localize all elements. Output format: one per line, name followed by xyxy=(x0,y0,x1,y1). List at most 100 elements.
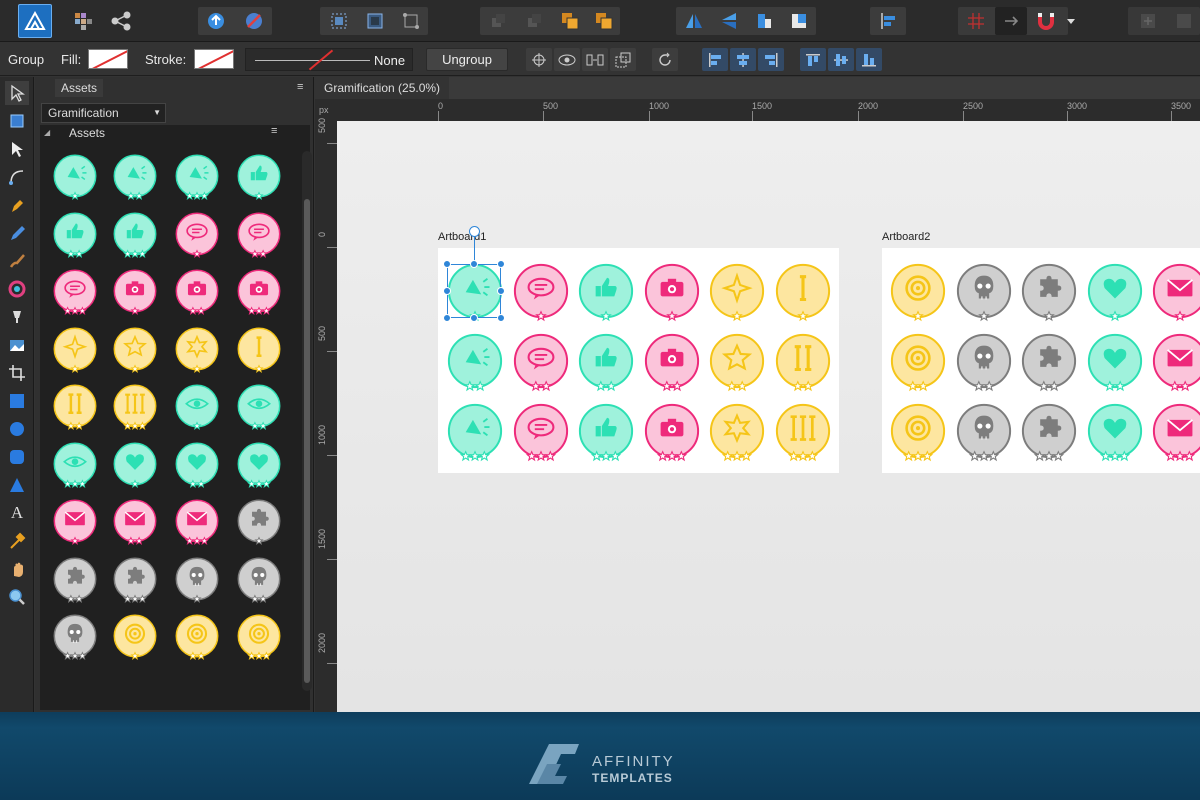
asset-item[interactable] xyxy=(112,268,158,318)
move-back-one-icon[interactable] xyxy=(482,7,514,35)
artboard1-badge[interactable] xyxy=(512,262,570,324)
asset-item[interactable] xyxy=(112,211,158,261)
artboard1-badge[interactable] xyxy=(446,402,504,464)
color-picker-tool-icon[interactable] xyxy=(5,529,29,553)
pink-camera-badge[interactable] xyxy=(643,402,701,464)
asset-item[interactable] xyxy=(52,153,98,203)
teal-thumb-badge[interactable] xyxy=(112,211,158,261)
affinity-designer-logo-icon[interactable] xyxy=(18,4,52,38)
yellow-target-badge[interactable] xyxy=(112,613,158,663)
artboard1-badge[interactable] xyxy=(643,332,701,394)
asset-item[interactable] xyxy=(52,268,98,318)
teal-thumb-badge[interactable] xyxy=(577,262,635,324)
move-to-front-icon[interactable] xyxy=(588,7,620,35)
asset-item[interactable] xyxy=(174,153,220,203)
vector-brush-tool-icon[interactable] xyxy=(5,249,29,273)
teal-thumb-badge[interactable] xyxy=(577,402,635,464)
asset-item[interactable] xyxy=(236,153,282,203)
select-all-icon[interactable] xyxy=(323,7,355,35)
boolean-icon[interactable] xyxy=(610,48,636,71)
artboard1-badge[interactable] xyxy=(708,262,766,324)
teal-heart-badge[interactable] xyxy=(1086,402,1144,464)
artboard1-badge[interactable] xyxy=(577,402,635,464)
artboard2-badge[interactable] xyxy=(1086,402,1144,464)
yellow-roman3-badge[interactable] xyxy=(774,402,832,464)
artboard2-badge[interactable] xyxy=(955,332,1013,394)
transform-origin-icon[interactable] xyxy=(526,48,552,71)
teal-thumb-badge[interactable] xyxy=(577,332,635,394)
transparency-tool-icon[interactable] xyxy=(5,305,29,329)
asset-category-select[interactable]: Gramification ▼ xyxy=(41,103,166,123)
artboard1-badge[interactable] xyxy=(577,332,635,394)
transform-icon[interactable] xyxy=(395,7,427,35)
align-center-icon[interactable] xyxy=(730,48,756,71)
vertical-ruler[interactable]: 500 0 500 1000 1500 2000 xyxy=(315,118,337,712)
horizontal-ruler[interactable]: 0 500 1000 1500 2000 2500 3000 3500 xyxy=(337,99,1200,121)
artboard1-badge[interactable] xyxy=(708,402,766,464)
rounded-rectangle-tool-icon[interactable] xyxy=(5,445,29,469)
yellow-star4-badge[interactable] xyxy=(708,262,766,324)
artboard2-badge[interactable] xyxy=(1086,332,1144,394)
teal-thumb-badge[interactable] xyxy=(236,153,282,203)
yellow-star4-badge[interactable] xyxy=(52,326,98,376)
artboard2-badge[interactable] xyxy=(889,262,947,324)
align-left-icon[interactable] xyxy=(872,7,904,35)
artboard1-badge[interactable] xyxy=(774,332,832,394)
asset-item[interactable] xyxy=(174,211,220,261)
pink-mail-badge[interactable] xyxy=(1151,402,1200,464)
rotate-left-icon[interactable] xyxy=(748,7,780,35)
insert-inside-icon[interactable] xyxy=(1132,7,1164,35)
artboard2-badge[interactable] xyxy=(1020,402,1078,464)
artboard2-badge[interactable] xyxy=(955,402,1013,464)
ungroup-button[interactable]: Ungroup xyxy=(426,48,508,71)
asset-item[interactable] xyxy=(236,268,282,318)
pink-camera-badge[interactable] xyxy=(236,268,282,318)
teal-megaphone-badge[interactable] xyxy=(52,153,98,203)
teal-heart-badge[interactable] xyxy=(236,441,282,491)
resize-handle[interactable] xyxy=(497,287,505,295)
asset-item[interactable] xyxy=(52,556,98,606)
artboard1[interactable] xyxy=(438,226,839,473)
yellow-target-badge[interactable] xyxy=(236,613,282,663)
flip-horizontal-icon[interactable] xyxy=(678,7,710,35)
yellow-roman1-badge[interactable] xyxy=(774,262,832,324)
yellow-target-badge[interactable] xyxy=(174,613,220,663)
resize-handle[interactable] xyxy=(443,314,451,322)
pink-mail-badge[interactable] xyxy=(1151,332,1200,394)
fill-tool-icon[interactable] xyxy=(5,277,29,301)
resize-handle[interactable] xyxy=(470,260,478,268)
asset-item[interactable] xyxy=(236,441,282,491)
teal-eye-badge[interactable] xyxy=(236,383,282,433)
align-middle-icon[interactable] xyxy=(828,48,854,71)
asset-item[interactable] xyxy=(112,498,158,548)
asset-item[interactable] xyxy=(112,326,158,376)
insert-behind-icon[interactable] xyxy=(1168,7,1200,35)
teal-megaphone-badge[interactable] xyxy=(446,402,504,464)
rotate-icon[interactable] xyxy=(652,48,678,71)
gray-skull-badge[interactable] xyxy=(955,262,1013,324)
gray-puzzle-badge[interactable] xyxy=(1020,262,1078,324)
gray-puzzle-badge[interactable] xyxy=(236,498,282,548)
asset-item[interactable] xyxy=(112,153,158,203)
force-pixel-alignment-icon[interactable] xyxy=(995,7,1027,35)
yellow-roman2-badge[interactable] xyxy=(774,332,832,394)
pink-chat-badge[interactable] xyxy=(236,211,282,261)
distribute-icon[interactable] xyxy=(582,48,608,71)
asset-item[interactable] xyxy=(236,211,282,261)
pink-camera-badge[interactable] xyxy=(643,332,701,394)
asset-item[interactable] xyxy=(236,556,282,606)
yellow-roman2-badge[interactable] xyxy=(52,383,98,433)
asset-item[interactable] xyxy=(112,383,158,433)
artboard1-badge[interactable] xyxy=(643,402,701,464)
asset-item[interactable] xyxy=(52,498,98,548)
gray-puzzle-badge[interactable] xyxy=(1020,402,1078,464)
pink-camera-badge[interactable] xyxy=(174,268,220,318)
move-tool-icon[interactable] xyxy=(5,81,29,105)
artboard1-badge[interactable] xyxy=(774,262,832,324)
align-bottom-icon[interactable] xyxy=(856,48,882,71)
pink-camera-badge[interactable] xyxy=(643,262,701,324)
teal-megaphone-badge[interactable] xyxy=(112,153,158,203)
rectangle-tool-icon[interactable] xyxy=(5,389,29,413)
assistant-icon[interactable] xyxy=(200,7,232,35)
ellipse-tool-icon[interactable] xyxy=(5,417,29,441)
